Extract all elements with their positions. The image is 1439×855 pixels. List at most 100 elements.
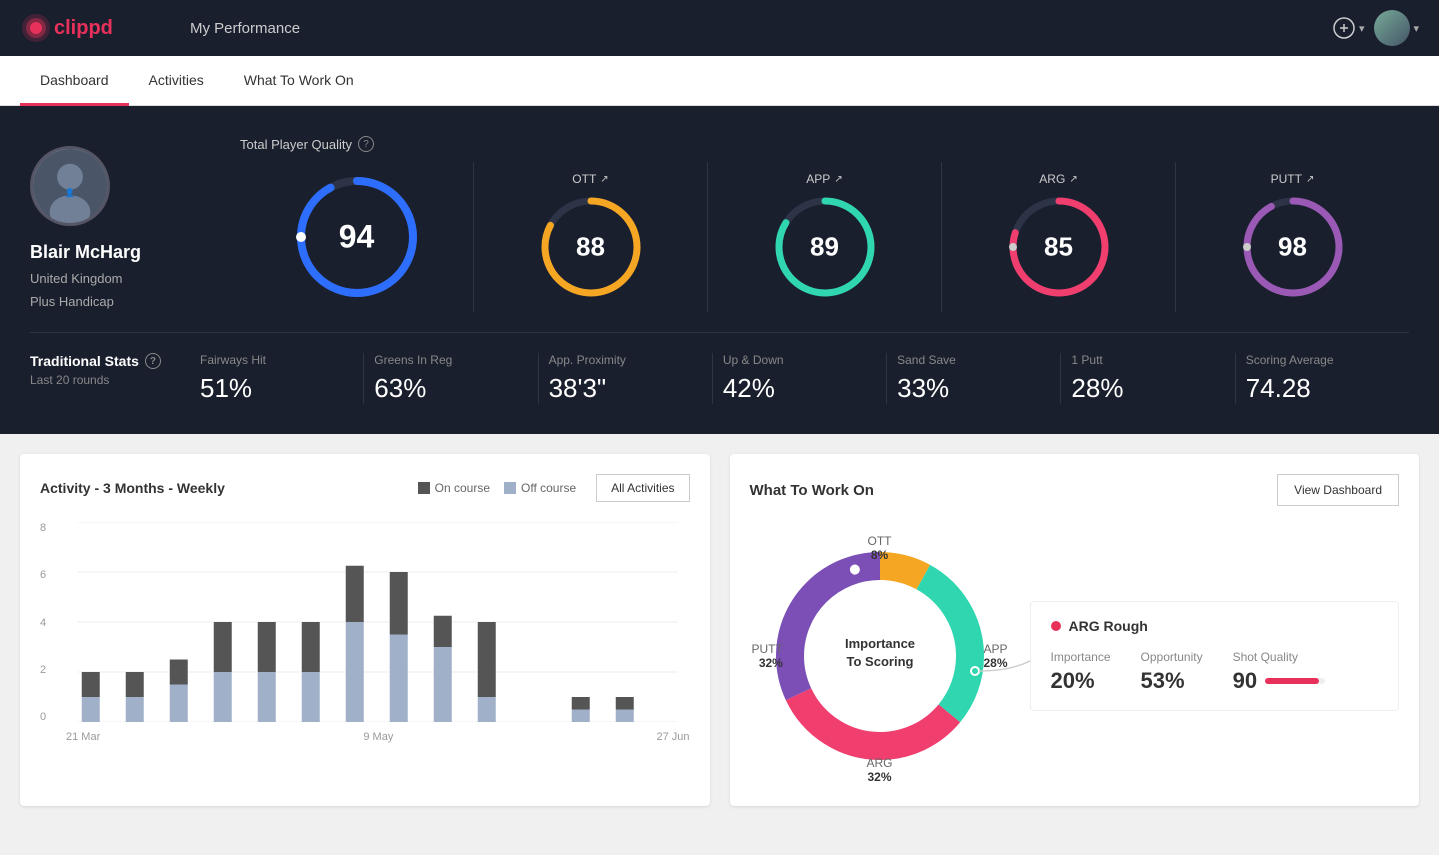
importance-stat: Importance 20% [1051,650,1111,694]
scores-area: Total Player Quality ? 94 [240,136,1409,312]
player-country: United Kingdom [30,271,123,286]
putt-label: PUTT ↗ [1271,172,1315,186]
y-label-6: 6 [40,569,58,581]
app-value: 89 [810,232,839,263]
trad-help[interactable]: ? [145,353,161,369]
main-score-value: 94 [339,219,375,256]
putt-value: 98 [1278,232,1307,263]
tabs-bar: Dashboard Activities What To Work On [0,56,1439,106]
what-to-work-on-panel: What To Work On View Dashboard [730,454,1420,806]
arg-label: ARG ↗ [1039,172,1077,186]
x-label-may: 9 May [363,731,393,743]
stat-oneputt: 1 Putt 28% [1060,353,1234,404]
shot-quality-row: 90 [1233,668,1325,694]
total-quality-help[interactable]: ? [358,136,374,152]
info-card-header: ARG Rough [1051,618,1379,634]
info-card-stats: Importance 20% Opportunity 53% Shot Qual… [1051,650,1379,694]
player-name: Blair McHarg [30,242,141,263]
total-quality-label: Total Player Quality ? [240,136,1409,152]
y-label-0: 0 [40,711,58,723]
y-label-4: 4 [40,617,58,629]
svg-text:To Scoring: To Scoring [846,654,913,669]
info-card-dot [1051,621,1061,631]
player-info: 👤 Blair McHarg United Kingdom Plus Handi… [30,136,240,309]
ott-trend-icon: ↗ [600,174,608,185]
all-activities-button[interactable]: All Activities [596,474,689,502]
shot-quality-bar [1265,678,1325,684]
legend-on-course: On course [418,481,490,495]
wtwo-content: Importance To Scoring OTT 8% APP 28% ARG [750,526,1400,786]
arg-value: 85 [1044,232,1073,263]
player-handicap: Plus Handicap [30,294,114,309]
arg-score: ARG ↗ 85 [941,162,1175,312]
activity-title: Activity - 3 Months - Weekly [40,480,225,496]
trad-title: Traditional Stats ? [30,353,170,369]
info-card-title: ARG Rough [1069,618,1148,634]
app-trend-icon: ↗ [834,174,842,185]
putt-score: PUTT ↗ 98 [1175,162,1409,312]
logo: clippd [20,12,130,44]
stat-scoring: Scoring Average 74.28 [1235,353,1409,404]
ott-donut-label: OTT 8% [868,534,892,562]
trad-stats-row: Fairways Hit 51% Greens In Reg 63% App. … [190,353,1409,404]
tab-dashboard[interactable]: Dashboard [20,56,129,106]
activity-panel: Activity - 3 Months - Weekly On course O… [20,454,710,806]
legend-on-course-dot [418,482,430,494]
main-score: 94 [240,162,473,312]
arg-donut-label: ARG 32% [866,756,892,784]
svg-text:clippd: clippd [54,17,113,39]
activity-header: Activity - 3 Months - Weekly On course O… [40,474,690,502]
app-circle: 89 [770,192,880,302]
stat-fairways: Fairways Hit 51% [190,353,363,404]
legend-off-course: Off course [504,481,576,495]
app-score: APP ↗ 89 [707,162,941,312]
trad-subtitle: Last 20 rounds [30,373,170,387]
chart-legend: On course Off course [418,481,577,495]
ott-value: 88 [576,232,605,263]
header-actions: ▾ ▾ [1332,10,1419,46]
tab-what-to-work-on[interactable]: What To Work On [224,56,374,106]
putt-circle: 98 [1238,192,1348,302]
traditional-stats: Traditional Stats ? Last 20 rounds Fairw… [30,332,1409,404]
shot-quality-stat: Shot Quality 90 [1233,650,1325,694]
user-menu[interactable]: ▾ [1374,10,1419,46]
ott-circle: 88 [536,192,646,302]
opportunity-stat: Opportunity 53% [1141,650,1203,694]
info-card: ARG Rough Importance 20% Opportunity 53%… [1030,601,1400,711]
putt-trend-icon: ↗ [1306,174,1314,185]
stat-proximity: App. Proximity 38'3" [538,353,712,404]
player-avatar: 👤 [30,146,110,226]
shot-quality-bar-fill [1265,678,1319,684]
legend-off-course-dot [504,482,516,494]
add-chevron: ▾ [1359,22,1365,35]
y-axis: 8 6 4 2 0 [40,522,58,743]
trad-label: Traditional Stats ? Last 20 rounds [30,353,170,387]
svg-text:👤: 👤 [65,187,75,197]
chart-svg [66,522,690,722]
arg-circle: 85 [1004,192,1114,302]
page-title: My Performance [190,20,300,37]
stat-updown: Up & Down 42% [712,353,886,404]
arg-trend-icon: ↗ [1069,174,1077,185]
scores-row: 94 OTT ↗ 88 [240,162,1409,312]
stat-greens: Greens In Reg 63% [363,353,537,404]
x-label-jun: 27 Jun [656,731,689,743]
putt-donut-label: PUTT 32% [752,642,783,670]
connector-line [970,641,1040,701]
avatar [1374,10,1410,46]
header: clippd My Performance ▾ ▾ [0,0,1439,56]
stat-sandsave: Sand Save 33% [886,353,1060,404]
y-label-2: 2 [40,664,58,676]
add-button[interactable]: ▾ [1332,16,1365,40]
main-score-circle: 94 [292,172,422,302]
ott-score: OTT ↗ 88 [473,162,707,312]
x-axis-labels: 21 Mar 9 May 27 Jun [66,727,690,743]
bottom-panels: Activity - 3 Months - Weekly On course O… [0,434,1439,826]
chart-area: 21 Mar 9 May 27 Jun [66,522,690,743]
view-dashboard-button[interactable]: View Dashboard [1277,474,1399,506]
tab-activities[interactable]: Activities [129,56,224,106]
wtwo-title: What To Work On [750,482,874,499]
hero-section: 👤 Blair McHarg United Kingdom Plus Handi… [0,106,1439,434]
y-label-8: 8 [40,522,58,534]
svg-text:Importance: Importance [844,636,914,651]
